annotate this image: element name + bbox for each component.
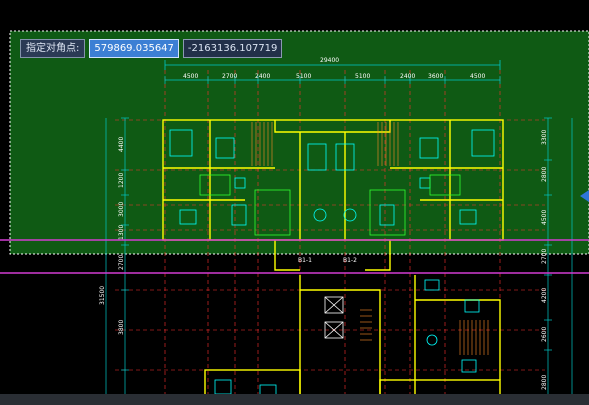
right-dim-labels: 3300 2800 4500 2700 4200 2600 2800 [541,130,548,390]
bottom-strip [0,394,589,405]
dim-top-8: 4500 [470,73,485,80]
dim-right-3: 4500 [541,210,548,225]
overall-dim-text: 29400 [320,57,339,64]
drawing-canvas[interactable]: 29400 4500 2700 2400 5100 5100 2400 3600… [0,0,589,405]
cad-viewport[interactable]: 29400 4500 2700 2400 5100 5100 2400 3600… [0,0,589,405]
room-tag-b1-2: B1-2 [343,257,357,264]
cursor-arrow-icon [580,190,589,202]
dim-top-3: 2400 [255,73,270,80]
dim-top-4: 5100 [296,73,311,80]
lower-stairs [360,309,489,355]
dim-right-6: 2600 [541,327,548,342]
prompt-label: 指定对角点: [20,39,86,58]
dim-top-2: 2700 [222,73,237,80]
dim-right-2: 2800 [541,167,548,182]
dim-left-3: 3000 [118,202,125,217]
y-coordinate-input[interactable]: -2163136.107719 [182,39,283,58]
room-tag-b1-1: B1-1 [298,257,312,264]
dim-top-6: 2400 [400,73,415,80]
dim-left-7: 3800 [118,320,125,335]
dim-left-6: 31500 [99,286,106,305]
dim-left-1: 4400 [118,137,125,152]
lower-walls [204,275,501,405]
dim-right-1: 3300 [541,130,548,145]
dim-left-5: 2700 [118,255,125,270]
dim-top-5: 5100 [355,73,370,80]
dim-top-1: 4500 [183,73,198,80]
dim-right-7: 2800 [541,375,548,390]
dim-left-2: 1200 [118,173,125,188]
dim-right-5: 4200 [541,288,548,303]
coordinate-prompt: 指定对角点: 579869.035647 -2163136.107719 [20,39,283,58]
dim-right-4: 2700 [541,249,548,264]
elevators [324,296,344,339]
dim-left-4: 1300 [118,225,125,240]
dim-top-7: 3600 [428,73,443,80]
x-coordinate-input[interactable]: 579869.035647 [89,39,179,58]
